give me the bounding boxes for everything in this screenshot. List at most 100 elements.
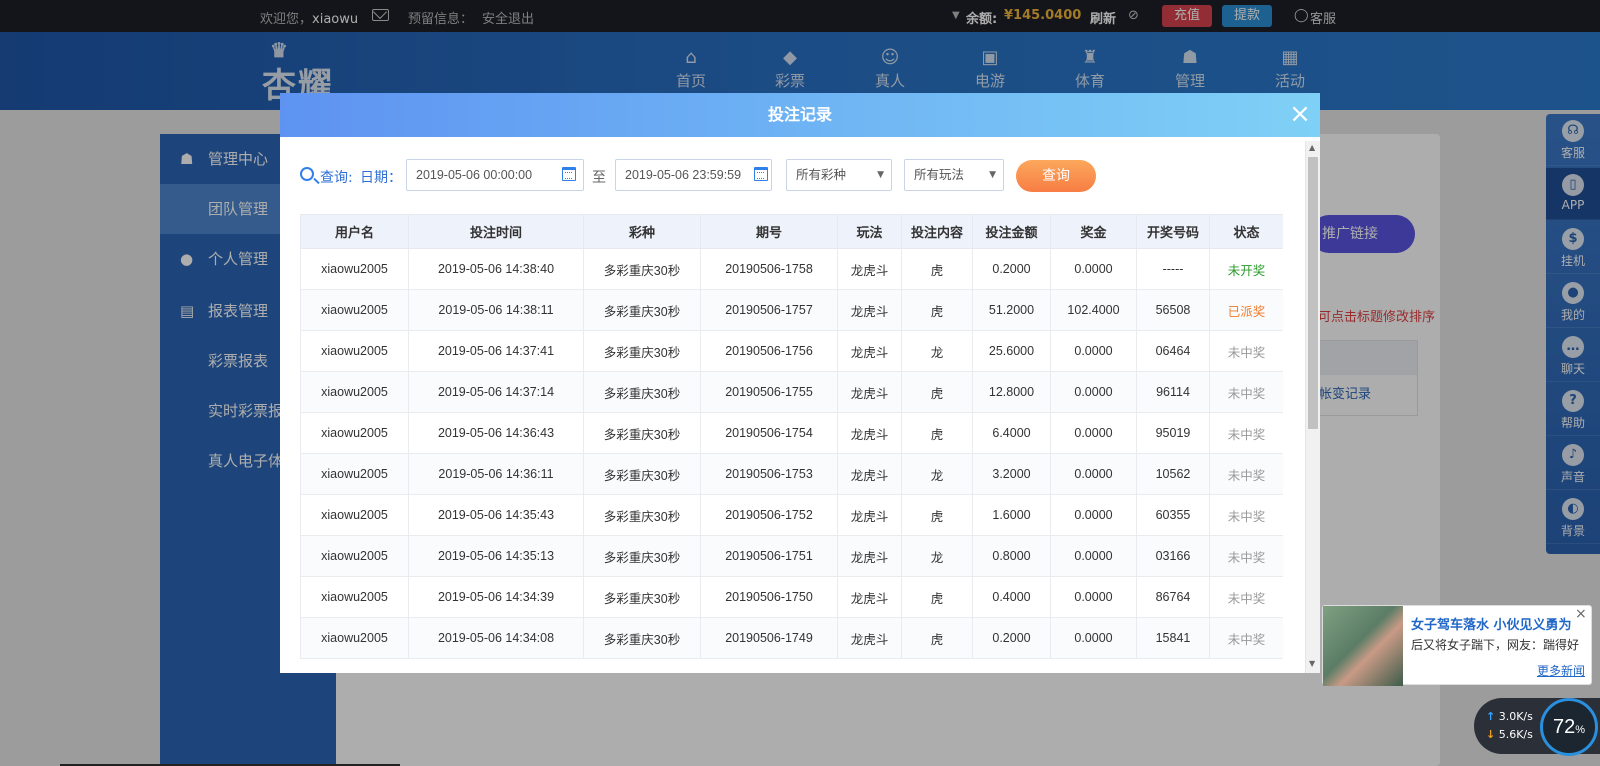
table-header-row: 用户名 投注时间 彩种 期号 玩法 投注内容 投注金额 奖金 开奖号码 状态 (300, 214, 1283, 249)
table-cell: 多彩重庆30秒 (583, 617, 701, 659)
table-cell: 龙虎斗 (837, 371, 902, 413)
table-cell: xiaowu2005 (300, 412, 409, 454)
table-cell: 0.0000 (1050, 248, 1137, 290)
news-description: 后又将女子踹下，网友：踹得好 (1411, 638, 1580, 652)
table-cell: 多彩重庆30秒 (583, 371, 701, 413)
table-cell: 2019-05-06 14:34:39 (408, 576, 584, 618)
table-cell: 06464 (1136, 330, 1210, 372)
table-cell: 龙虎斗 (837, 617, 902, 659)
table-row[interactable]: xiaowu2005 2019-05-06 14:38:40 多彩重庆30秒 2019… (300, 248, 1283, 290)
table-cell: 12.8000 (972, 371, 1051, 413)
status-badge: 未中奖 (1209, 330, 1283, 372)
column-header[interactable]: 投注金额 (972, 214, 1051, 249)
table-row[interactable]: xiaowu2005 2019-05-06 14:36:11 多彩重庆30秒 2019… (300, 453, 1283, 495)
table-cell: 10562 (1136, 453, 1210, 495)
table-cell: 多彩重庆30秒 (583, 412, 701, 454)
table-cell: 0.2000 (972, 248, 1051, 290)
table-cell: xiaowu2005 (300, 248, 409, 290)
table-cell: 龙虎斗 (837, 535, 902, 577)
table-cell: 20190506-1755 (700, 371, 838, 413)
table-cell: 2019-05-06 14:35:13 (408, 535, 584, 577)
table-cell: 0.0000 (1050, 330, 1137, 372)
table-cell: xiaowu2005 (300, 617, 409, 659)
news-title[interactable]: 女子驾车落水 小伙见义勇为 (1411, 614, 1572, 633)
filter-bar: 查询: 日期： 2019-05-06 00:00:00 至 2019-05-06… (300, 159, 1290, 193)
column-header[interactable]: 投注时间 (408, 214, 584, 249)
table-body: xiaowu2005 2019-05-06 14:38:40 多彩重庆30秒 2019… (300, 248, 1283, 659)
table-cell: 20190506-1752 (700, 494, 838, 536)
table-cell: 虎 (901, 494, 973, 536)
table-row[interactable]: xiaowu2005 2019-05-06 14:34:08 多彩重庆30秒 2019… (300, 617, 1283, 659)
table-cell: 多彩重庆30秒 (583, 535, 701, 577)
table-cell: 3.2000 (972, 453, 1051, 495)
table-row[interactable]: xiaowu2005 2019-05-06 14:35:43 多彩重庆30秒 2019… (300, 494, 1283, 536)
table-cell: 20190506-1754 (700, 412, 838, 454)
column-header[interactable]: 彩种 (583, 214, 701, 249)
table-cell: 0.8000 (972, 535, 1051, 577)
table-cell: 龙 (901, 453, 973, 495)
table-row[interactable]: xiaowu2005 2019-05-06 14:36:43 多彩重庆30秒 2019… (300, 412, 1283, 454)
table-cell: 56508 (1136, 289, 1210, 331)
table-row[interactable]: xiaowu2005 2019-05-06 14:34:39 多彩重庆30秒 2019… (300, 576, 1283, 618)
table-cell: 龙虎斗 (837, 289, 902, 331)
table-cell: 龙虎斗 (837, 248, 902, 290)
close-icon[interactable]: × (1288, 101, 1312, 127)
table-cell: 2019-05-06 14:38:11 (408, 289, 584, 331)
column-header[interactable]: 开奖号码 (1136, 214, 1210, 249)
table-row[interactable]: xiaowu2005 2019-05-06 14:37:14 多彩重庆30秒 2019… (300, 371, 1283, 413)
play-select[interactable]: 所有玩法 ▼ (904, 159, 1004, 191)
status-badge: 未中奖 (1209, 576, 1283, 618)
query-button[interactable]: 查询 (1016, 160, 1096, 192)
table-cell: 0.0000 (1050, 371, 1137, 413)
table-cell: 1.6000 (972, 494, 1051, 536)
table-cell: 20190506-1749 (700, 617, 838, 659)
table-cell: 0.2000 (972, 617, 1051, 659)
column-header[interactable]: 期号 (700, 214, 838, 249)
table-cell: 龙虎斗 (837, 330, 902, 372)
table-cell: 虎 (901, 412, 973, 454)
table-cell: 虎 (901, 576, 973, 618)
calendar-icon[interactable] (754, 167, 768, 181)
table-cell: 2019-05-06 14:36:43 (408, 412, 584, 454)
table-cell: 0.0000 (1050, 617, 1137, 659)
table-cell: xiaowu2005 (300, 535, 409, 577)
start-date-input[interactable]: 2019-05-06 00:00:00 (406, 159, 584, 191)
memory-gauge[interactable]: 72% (1540, 698, 1598, 756)
column-header[interactable]: 奖金 (1050, 214, 1137, 249)
table-cell: 95019 (1136, 412, 1210, 454)
status-badge: 未中奖 (1209, 617, 1283, 659)
end-date-input[interactable]: 2019-05-06 23:59:59 (615, 159, 772, 191)
news-image[interactable] (1323, 606, 1403, 686)
scroll-down-icon[interactable]: ▼ (1309, 659, 1315, 668)
table-cell: 2019-05-06 14:35:43 (408, 494, 584, 536)
table-cell: 龙虎斗 (837, 412, 902, 454)
status-badge: 未中奖 (1209, 371, 1283, 413)
table-row[interactable]: xiaowu2005 2019-05-06 14:37:41 多彩重庆30秒 2019… (300, 330, 1283, 372)
table-cell: 0.0000 (1050, 412, 1137, 454)
table-cell: 虎 (901, 371, 973, 413)
lottery-select[interactable]: 所有彩种 ▼ (786, 159, 892, 191)
table-cell: 0.0000 (1050, 576, 1137, 618)
arrow-up-icon: ↑ (1486, 710, 1496, 723)
column-header[interactable]: 用户名 (300, 214, 409, 249)
column-header[interactable]: 投注内容 (901, 214, 973, 249)
table-cell: 20190506-1757 (700, 289, 838, 331)
calendar-icon[interactable] (562, 167, 576, 181)
table-cell: 03166 (1136, 535, 1210, 577)
more-news-link[interactable]: 更多新闻 (1537, 662, 1585, 679)
scroll-up-icon[interactable]: ▲ (1309, 143, 1315, 152)
table-row[interactable]: xiaowu2005 2019-05-06 14:38:11 多彩重庆30秒 2019… (300, 289, 1283, 331)
table-cell: 2019-05-06 14:37:41 (408, 330, 584, 372)
column-header[interactable]: 状态 (1209, 214, 1283, 249)
close-icon[interactable]: × (1575, 606, 1587, 622)
modal-scrollbar[interactable]: ▲ ▼ (1305, 141, 1320, 673)
column-header[interactable]: 玩法 (837, 214, 902, 249)
table-cell: xiaowu2005 (300, 289, 409, 331)
table-cell: xiaowu2005 (300, 494, 409, 536)
table-cell: 0.0000 (1050, 494, 1137, 536)
table-cell: 2019-05-06 14:38:40 (408, 248, 584, 290)
scroll-thumb[interactable] (1308, 157, 1318, 429)
table-row[interactable]: xiaowu2005 2019-05-06 14:35:13 多彩重庆30秒 2019… (300, 535, 1283, 577)
table-cell: 25.6000 (972, 330, 1051, 372)
download-speed: ↓ 5.6K/s (1486, 728, 1533, 741)
